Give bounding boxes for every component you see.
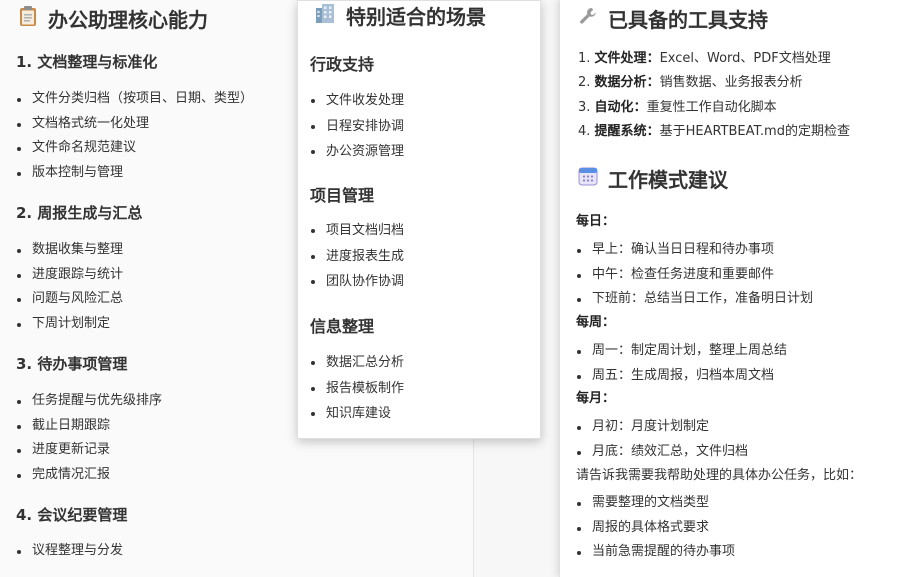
list-item: 进度更新记录 — [16, 438, 162, 463]
section-heading-meetings: 4. 会议纪要管理 — [16, 506, 128, 524]
list-item: 进度报表生成 — [310, 244, 404, 270]
list-item: 周报的具体格式要求 — [576, 516, 735, 541]
list-item: 问题与风险汇总 — [16, 287, 123, 312]
clipboard-icon — [18, 5, 38, 32]
list-item: 进度跟踪与统计 — [16, 263, 123, 288]
admin-list: 文件收发处理 日程安排协调 办公资源管理 — [310, 88, 404, 165]
list-item: 版本控制与管理 — [16, 161, 253, 186]
core-capabilities-heading: 办公助理核心能力 — [18, 4, 208, 33]
tool-item: 1. 文件处理：Excel、Word、PDF文档处理 — [578, 51, 831, 66]
weekly-list: 周一：制定周计划，整理上周总结 周五：生成周报，归档本周文档 — [576, 339, 787, 388]
list-item: 月初：月度计划制定 — [576, 415, 748, 440]
scenario-heading-info: 信息整理 — [310, 317, 375, 336]
section-heading-docs: 1. 文档整理与标准化 — [16, 53, 158, 71]
monthly-label: 每月： — [576, 391, 616, 406]
project-list: 项目文档归档 进度报表生成 团队协作协调 — [310, 218, 404, 295]
tool-item: 4. 提醒系统：基于HEARTBEAT.md的定期检查 — [578, 123, 850, 139]
tool-item: 2. 数据分析：销售数据、业务报表分析 — [578, 75, 803, 91]
list-item: 文件分类归档（按项目、日期、类型） — [16, 87, 253, 112]
list-item: 当前急需提醒的待办事项 — [576, 540, 735, 565]
wrench-icon — [578, 6, 598, 31]
examples-list: 需要整理的文档类型 周报的具体格式要求 当前急需提醒的待办事项 — [576, 491, 735, 565]
list-item: 完成情况汇报 — [16, 463, 162, 488]
list-item: 截止日期跟踪 — [16, 414, 162, 439]
list-item: 议程整理与分发 — [16, 539, 123, 564]
meetings-list: 议程整理与分发 — [16, 539, 123, 564]
info-list: 数据汇总分析 报告模板制作 知识库建设 — [310, 350, 404, 427]
work-mode-heading: 工作模式建议 — [578, 164, 728, 193]
list-item: 数据汇总分析 — [310, 350, 404, 376]
list-item: 中午：检查任务进度和重要邮件 — [576, 263, 813, 288]
list-item: 数据收集与整理 — [16, 238, 123, 263]
list-item: 下周计划制定 — [16, 312, 123, 337]
list-item: 文件命名规范建议 — [16, 136, 253, 161]
work-mode-title: 工作模式建议 — [608, 168, 728, 192]
tools-list: 1. 文件处理：Excel、Word、PDF文档处理 2. 数据分析：销售数据、… — [578, 47, 850, 144]
scenario-heading-project: 项目管理 — [310, 186, 375, 205]
scenarios-title: 特别适合的场景 — [346, 5, 486, 29]
list-item: 下班前：总结当日工作，准备明日计划 — [576, 287, 813, 312]
scenarios-card: 特别适合的场景 行政支持 文件收发处理 日程安排协调 办公资源管理 项目管理 项… — [297, 0, 541, 439]
list-item: 知识库建设 — [310, 401, 404, 427]
core-capabilities-title: 办公助理核心能力 — [48, 8, 208, 32]
list-item: 需要整理的文档类型 — [576, 491, 735, 516]
daily-label: 每日： — [576, 214, 616, 229]
tools-title: 已具备的工具支持 — [608, 8, 768, 32]
list-item: 文件收发处理 — [310, 88, 404, 114]
scenario-heading-admin: 行政支持 — [310, 55, 375, 74]
list-item: 周五：生成周报，归档本周文档 — [576, 364, 787, 389]
list-item: 办公资源管理 — [310, 139, 404, 165]
docs-list: 文件分类归档（按项目、日期、类型） 文档格式统一化处理 文件命名规范建议 版本控… — [16, 87, 253, 185]
office-building-icon — [314, 2, 336, 29]
todo-list: 任务提醒与优先级排序 截止日期跟踪 进度更新记录 完成情况汇报 — [16, 389, 162, 487]
section-heading-todo: 3. 待办事项管理 — [16, 355, 128, 373]
tool-item: 3. 自动化：重复性工作自动化脚本 — [578, 99, 777, 115]
list-item: 早上：确认当日日程和待办事项 — [576, 238, 813, 263]
tools-heading: 已具备的工具支持 — [578, 4, 768, 33]
section-heading-weekly-report: 2. 周报生成与汇总 — [16, 204, 143, 222]
list-item: 日程安排协调 — [310, 114, 404, 140]
list-item: 任务提醒与优先级排序 — [16, 389, 162, 414]
tools-and-modes-panel: 已具备的工具支持 1. 文件处理：Excel、Word、PDF文档处理 2. 数… — [559, 0, 905, 577]
scenarios-heading: 特别适合的场景 — [314, 1, 486, 30]
weekly-report-list: 数据收集与整理 进度跟踪与统计 问题与风险汇总 下周计划制定 — [16, 238, 123, 336]
list-item: 团队协作协调 — [310, 269, 404, 295]
list-item: 周一：制定周计划，整理上周总结 — [576, 339, 787, 364]
list-item: 报告模板制作 — [310, 376, 404, 402]
list-item: 文档格式统一化处理 — [16, 112, 253, 137]
monthly-list: 月初：月度计划制定 月底：绩效汇总，文件归档 — [576, 415, 748, 464]
task-prompt: 请告诉我需要我帮助处理的具体办公任务，比如： — [576, 468, 863, 483]
calendar-icon — [578, 166, 598, 191]
list-item: 月底：绩效汇总，文件归档 — [576, 440, 748, 465]
list-item: 项目文档归档 — [310, 218, 404, 244]
weekly-label: 每周： — [576, 315, 616, 330]
daily-list: 早上：确认当日日程和待办事项 中午：检查任务进度和重要邮件 下班前：总结当日工作… — [576, 238, 813, 312]
